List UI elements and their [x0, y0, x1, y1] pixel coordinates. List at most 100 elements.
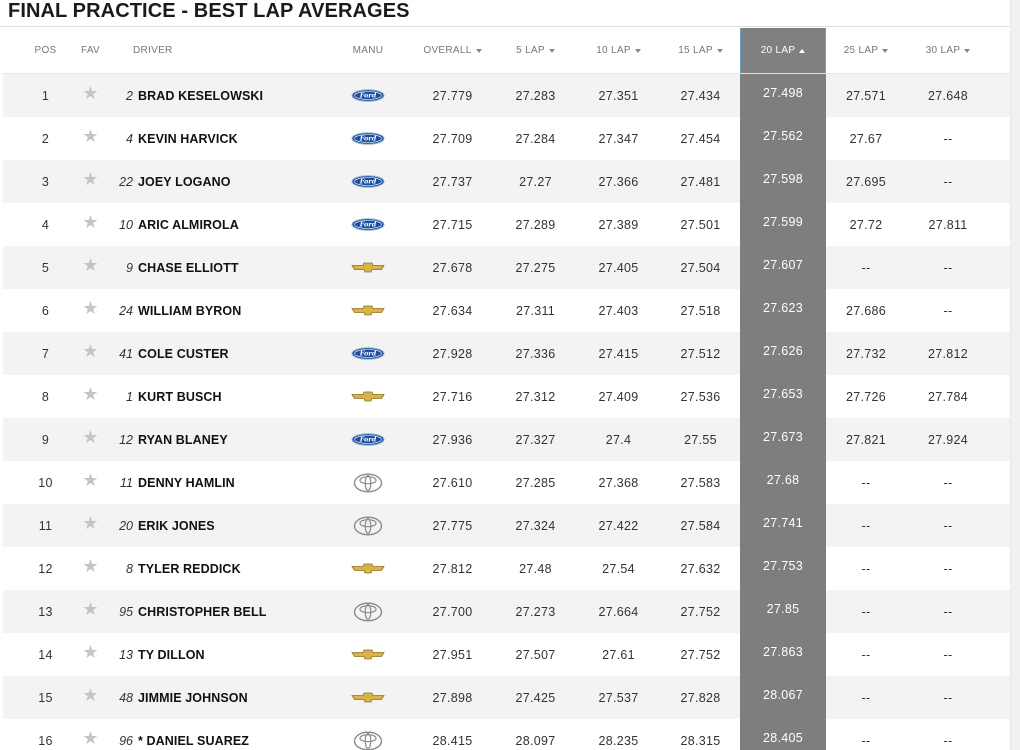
col-header-manu[interactable]: MANU [323, 28, 413, 73]
lap25-cell: -- [861, 518, 871, 533]
driver-name: RYAN BLANEY [138, 432, 228, 447]
star-icon: ★ [82, 426, 99, 447]
page-scrollbar[interactable] [1010, 0, 1020, 750]
lap5-cell: 27.327 [515, 432, 556, 447]
col-header-20lap-sorted[interactable]: 20 LAP [740, 28, 826, 73]
driver-cell[interactable]: 24 WILLIAM BYRON [103, 289, 333, 332]
table-row[interactable]: 2 27.709 27.284 27.347 27.454 27.562 27.67 -- ★ 4… [3, 117, 1010, 160]
driver-cell[interactable]: 48 JIMMIE JOHNSON [103, 676, 333, 719]
driver-cell[interactable]: 20 ERIK JONES [103, 504, 333, 547]
driver-cell[interactable]: 8 TYLER REDDICK [103, 547, 333, 590]
col-header-overall[interactable]: OVERALL [410, 28, 495, 73]
lap30-cell: -- [943, 518, 953, 533]
sort-down-icon [634, 48, 641, 53]
lap30-cell: 27.811 [928, 217, 968, 232]
table-row[interactable]: 9 27.936 27.327 27.4 27.55 27.673 27.821 27.924… [3, 418, 1010, 461]
driver-cell[interactable]: 13 TY DILLON [103, 633, 333, 676]
car-number: 96 [119, 733, 133, 748]
lap10-cell: 27.405 [598, 260, 639, 275]
table-header-row: POS FAV DRIVER MANU OVERALL 5 LAP 10 LAP… [3, 28, 1010, 74]
title-divider [0, 26, 1010, 27]
star-icon: ★ [82, 641, 99, 662]
star-icon: ★ [82, 598, 99, 619]
driver-cell[interactable]: 4 KEVIN HARVICK [103, 117, 333, 160]
chevrolet-logo [323, 375, 413, 418]
table-row[interactable]: 11 27.775 27.324 27.422 27.584 27.741 -- -- ★ 20 E… [3, 504, 1010, 547]
table-row[interactable]: 12 27.812 27.48 27.54 27.632 27.753 -- -- ★ 8 TYLE… [3, 547, 1010, 590]
lap10-cell: 27.54 [602, 561, 635, 576]
driver-cell[interactable]: 96 * DANIEL SUAREZ [103, 719, 333, 750]
table-row[interactable]: 7 27.928 27.336 27.415 27.512 27.626 27.732 27.… [3, 332, 1010, 375]
table-row[interactable]: 1 27.779 27.283 27.351 27.434 27.498 27.571 27.… [3, 74, 1010, 117]
lap5-cell: 27.285 [515, 475, 556, 490]
driver-cell[interactable]: 10 ARIC ALMIROLA [103, 203, 333, 246]
lap5-cell: 27.312 [515, 389, 556, 404]
lap20-cell: 27.562 [740, 117, 826, 160]
lap20-cell: 27.753 [740, 547, 826, 590]
lap15-cell: 27.584 [680, 518, 721, 533]
lap5-cell: 28.097 [515, 733, 556, 748]
lap20-cell: 27.623 [740, 289, 826, 332]
col-header-20lap-label: 20 LAP [760, 45, 796, 56]
lap10-cell: 27.347 [598, 131, 639, 146]
car-number: 10 [119, 217, 133, 232]
lap20-cell: 28.405 [740, 719, 826, 750]
col-header-30lap-label: 30 LAP [925, 45, 961, 56]
col-header-15lap[interactable]: 15 LAP [658, 28, 743, 73]
lap30-cell: -- [943, 561, 953, 576]
table-row[interactable]: 4 27.715 27.289 27.389 27.501 27.599 27.72 27.8… [3, 203, 1010, 246]
lap20-cell: 27.598 [740, 160, 826, 203]
driver-cell[interactable]: 11 DENNY HAMLIN [103, 461, 333, 504]
table-row[interactable]: 8 27.716 27.312 27.409 27.536 27.653 27.726 27.… [3, 375, 1010, 418]
ford-logo: Ford [323, 203, 413, 246]
lap5-cell: 27.311 [515, 303, 556, 318]
overall-cell: 27.898 [432, 690, 473, 705]
table-row[interactable]: 14 27.951 27.507 27.61 27.752 27.863 -- -- ★ 13 TY… [3, 633, 1010, 676]
driver-cell[interactable]: 2 BRAD KESELOWSKI [103, 74, 333, 117]
lap5-cell: 27.289 [515, 217, 556, 232]
star-icon: ★ [82, 211, 99, 232]
lap15-cell: 27.752 [680, 647, 721, 662]
lap5-cell: 27.324 [515, 518, 556, 533]
lap30-cell: 27.812 [927, 346, 969, 361]
lap20-cell: 28.067 [740, 676, 826, 719]
driver-cell[interactable]: 9 CHASE ELLIOTT [103, 246, 333, 289]
star-icon: ★ [82, 82, 99, 103]
driver-cell[interactable]: 22 JOEY LOGANO [103, 160, 333, 203]
lap10-cell: 27.422 [598, 518, 639, 533]
col-header-5lap[interactable]: 5 LAP [493, 28, 578, 73]
table-row[interactable]: 6 27.634 27.311 27.403 27.518 27.623 27.686 -- ★… [3, 289, 1010, 332]
table-row[interactable]: 5 27.678 27.275 27.405 27.504 27.607 -- -- ★ 9 CHA… [3, 246, 1010, 289]
table-row[interactable]: 3 27.737 27.27 27.366 27.481 27.598 27.695 -- ★ 2… [3, 160, 1010, 203]
lap5-cell: 27.275 [515, 260, 556, 275]
col-header-30lap[interactable]: 30 LAP [906, 28, 990, 73]
col-header-25lap[interactable]: 25 LAP [826, 28, 906, 73]
driver-cell[interactable]: 12 RYAN BLANEY [103, 418, 333, 461]
table-row[interactable]: 16 28.415 28.097 28.235 28.315 28.405 -- -- ★ 96 *… [3, 719, 1010, 750]
col-header-driver[interactable]: DRIVER [133, 28, 233, 73]
driver-name: TYLER REDDICK [138, 561, 241, 576]
lap15-cell: 27.583 [680, 475, 721, 490]
col-header-10lap-label: 10 LAP [596, 45, 631, 56]
lap5-cell: 27.273 [515, 604, 556, 619]
lap15-cell: 27.55 [684, 432, 717, 447]
overall-cell: 27.951 [432, 647, 473, 662]
table-row[interactable]: 15 27.898 27.425 27.537 27.828 28.067 -- -- ★ 48 J… [3, 676, 1010, 719]
driver-cell[interactable]: 41 COLE CUSTER [103, 332, 333, 375]
col-header-10lap[interactable]: 10 LAP [576, 28, 661, 73]
lap15-cell: 27.434 [680, 88, 721, 103]
star-icon: ★ [82, 168, 99, 189]
overall-cell: 27.737 [432, 174, 473, 189]
lap5-cell: 27.48 [519, 561, 552, 576]
col-header-overall-label: OVERALL [423, 45, 472, 56]
driver-name: KEVIN HARVICK [138, 131, 238, 146]
driver-cell[interactable]: 1 KURT BUSCH [103, 375, 333, 418]
lap10-cell: 27.366 [598, 174, 639, 189]
lap25-cell: -- [861, 733, 871, 748]
car-number: 22 [119, 174, 133, 189]
lap15-cell: 27.454 [680, 131, 721, 146]
table-row[interactable]: 10 27.610 27.285 27.368 27.583 27.68 -- -- ★ 11 DE… [3, 461, 1010, 504]
overall-cell: 27.716 [432, 389, 473, 404]
table-row[interactable]: 13 27.700 27.273 27.664 27.752 27.85 -- -- ★ 95 CH… [3, 590, 1010, 633]
driver-cell[interactable]: 95 CHRISTOPHER BELL [103, 590, 333, 633]
